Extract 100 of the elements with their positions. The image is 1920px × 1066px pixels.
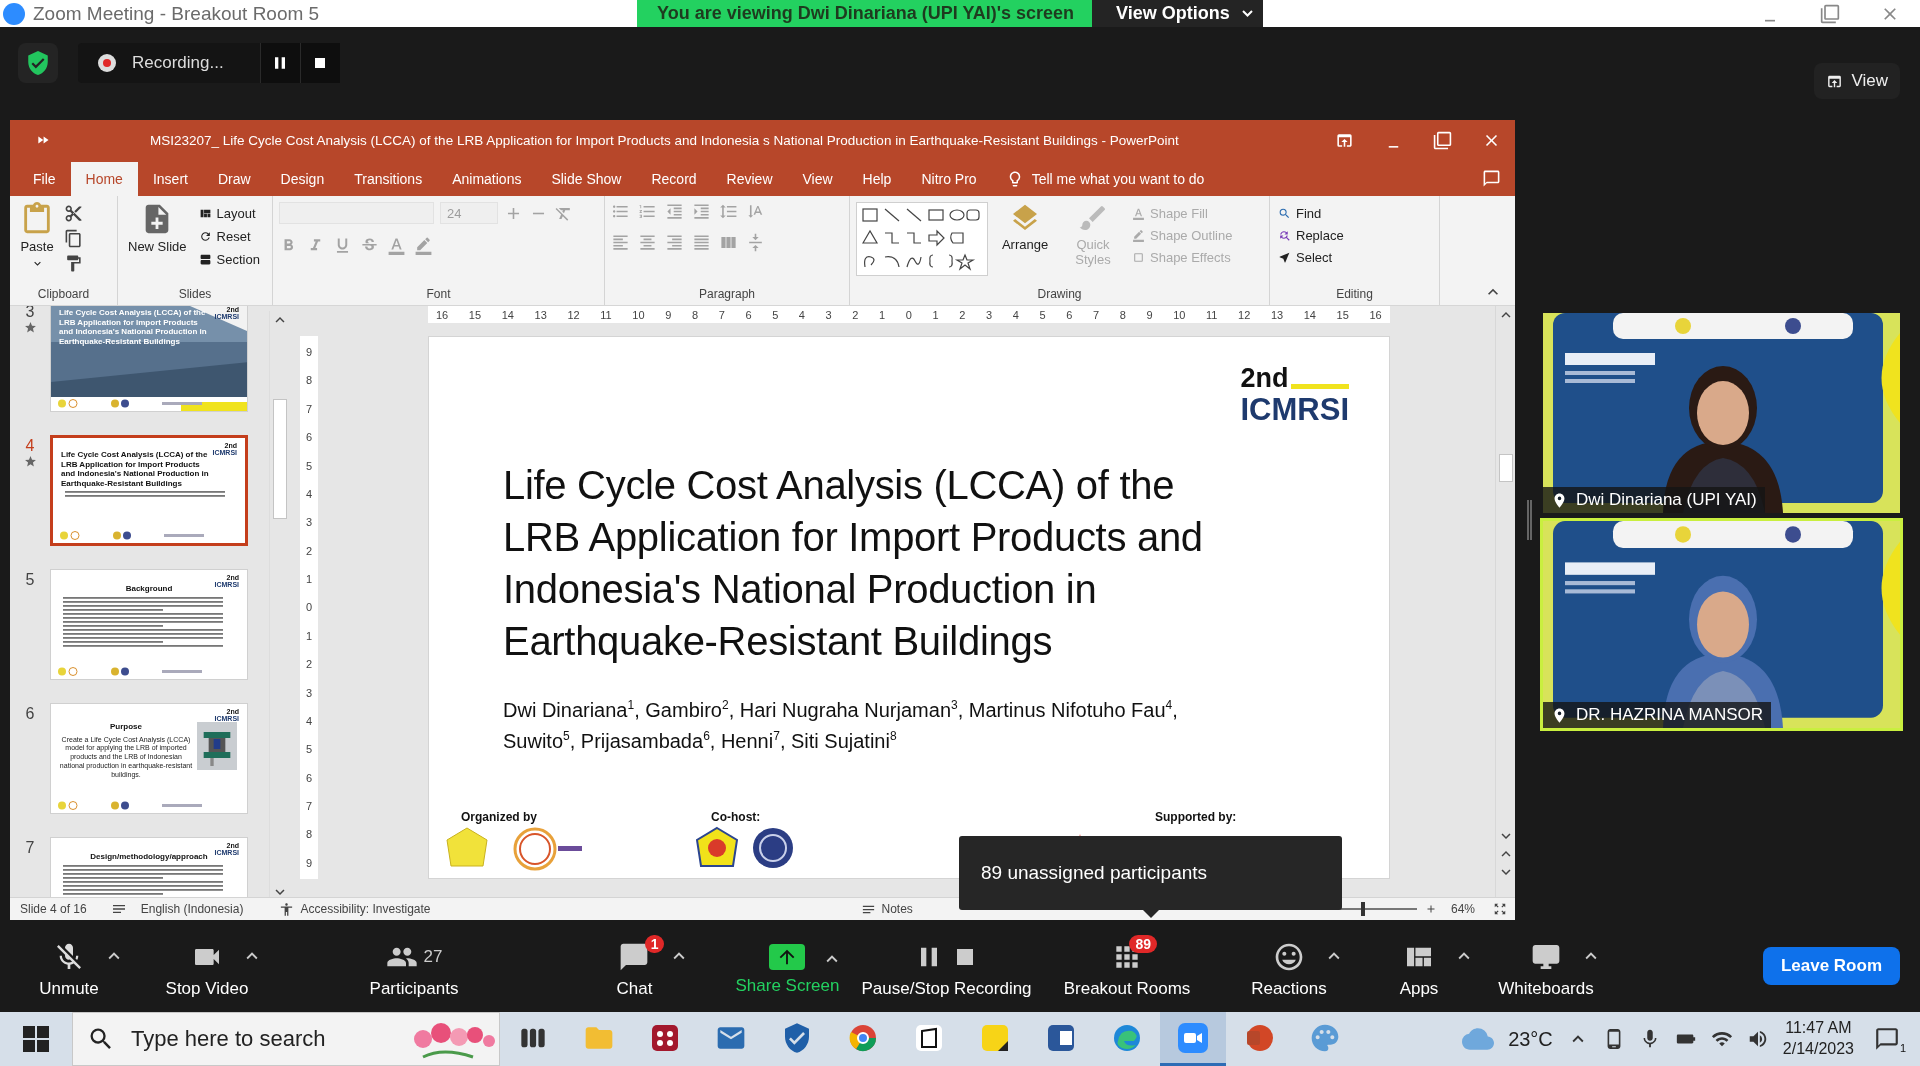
- accessibility-icon: [279, 901, 295, 917]
- slides-menu-button[interactable]: Reset: [196, 225, 262, 247]
- ribbon-tab[interactable]: Animations: [437, 162, 537, 196]
- window-title: Zoom Meeting - Breakout Room 5: [33, 2, 320, 25]
- ribbon-tab[interactable]: Transitions: [339, 162, 438, 196]
- ribbon-tab[interactable]: Slide Show: [536, 162, 637, 196]
- notifications-button[interactable]: 1: [1868, 1026, 1906, 1052]
- cut-icon[interactable]: [64, 204, 83, 223]
- ruler-number: 11: [1206, 308, 1218, 321]
- restore-icon[interactable]: [1820, 3, 1840, 24]
- ribbon-tab[interactable]: Design: [265, 162, 340, 196]
- ribbon-tab[interactable]: File: [18, 162, 71, 196]
- ruler-number: 14: [1303, 308, 1316, 321]
- slide-number: 5: [25, 571, 35, 589]
- zoom-level: 64%: [1450, 902, 1475, 916]
- new-slide-button[interactable]: New Slide: [124, 202, 191, 287]
- ruler-number: 4: [305, 714, 313, 727]
- shape-gallery[interactable]: [856, 202, 988, 276]
- editing-button[interactable]: Replace: [1276, 224, 1346, 246]
- toolbar-button[interactable]: Stop Video: [147, 933, 267, 999]
- ribbon-tab[interactable]: Insert: [137, 162, 203, 196]
- toolbar-button[interactable]: 27 Participants: [351, 933, 477, 999]
- date: 2/14/2023: [1782, 1039, 1854, 1059]
- thumbnail-title: Background: [125, 584, 173, 594]
- ruler-number: 16: [1369, 308, 1382, 321]
- group-label: Clipboard: [37, 287, 90, 303]
- ribbon-tab[interactable]: Nitro Pro: [906, 162, 992, 196]
- ruler-number: 3: [305, 516, 313, 529]
- language-status: English (Indonesia): [140, 902, 244, 916]
- group-label: Slides: [178, 287, 212, 303]
- accessibility-button[interactable]: Accessibility: Investigate: [279, 901, 431, 917]
- ruler-number: 9: [305, 346, 313, 358]
- document-title: MSI23207_ Life Cycle Cost Analysis (LCCA) of the LRB Application for Import Products and Indonesia s National Production in Earthquake-Resistant Buildings - PowerPoint: [150, 132, 1179, 148]
- ruler-number: 13: [1270, 308, 1284, 321]
- ruler-number: 8: [305, 374, 313, 387]
- tell-me-search[interactable]: Tell me what you want to do: [1005, 162, 1205, 196]
- group-label: Editing: [1336, 287, 1373, 303]
- editing-button[interactable]: Find: [1276, 202, 1346, 224]
- ruler-number: 12: [567, 308, 580, 321]
- slide-number: 3: [25, 306, 35, 321]
- clock[interactable]: 11:47 AM 2/14/2023: [1782, 1018, 1854, 1060]
- arrange-button[interactable]: Arrange: [994, 202, 1056, 287]
- ruler-number: 7: [1092, 308, 1100, 321]
- slide-title: Earthquake-Resistant Buildings: [503, 618, 1054, 665]
- view-button[interactable]: View: [1814, 63, 1900, 99]
- notes-button[interactable]: Notes: [860, 901, 913, 917]
- search-bar[interactable]: Type here to search: [72, 1012, 500, 1066]
- ruler-number: 3: [305, 686, 313, 699]
- toolbar-button[interactable]: Unmute: [21, 933, 117, 999]
- search-field[interactable]: Type here to search: [129, 1025, 383, 1053]
- pause-recording-button[interactable]: [259, 43, 300, 83]
- ribbon-tab[interactable]: View: [787, 162, 848, 196]
- slides-menu-button[interactable]: Section: [196, 248, 262, 270]
- ribbon-tab[interactable]: Draw: [202, 162, 266, 196]
- ruler-number: 6: [305, 771, 313, 784]
- view-options-button[interactable]: View Options: [1092, 0, 1263, 27]
- ribbon-tab[interactable]: Home: [70, 162, 138, 196]
- thumbnail-title: Purpose: [110, 722, 142, 732]
- footer-label: Co-host:: [711, 810, 761, 824]
- ruler-number: 14: [501, 308, 514, 321]
- ribbon-tab[interactable]: Record: [636, 162, 712, 196]
- toolbar-button[interactable]: Reactions: [1233, 933, 1345, 999]
- ruler-number: 9: [665, 308, 672, 321]
- scroll-thumb[interactable]: [1498, 454, 1513, 482]
- ribbon-tab[interactable]: Help: [847, 162, 907, 196]
- outline-icon: [1132, 228, 1145, 242]
- ribbon-tab[interactable]: Review: [711, 162, 788, 196]
- restore-icon[interactable]: [1433, 130, 1452, 150]
- copy-icon[interactable]: [64, 229, 83, 248]
- swirl-icon: [1112, 1022, 1142, 1053]
- toolbar-button[interactable]: Apps: [1381, 933, 1457, 999]
- editing-button[interactable]: Select: [1276, 246, 1346, 268]
- slide-title: Life Cycle Cost Analysis (LCCA) of the: [503, 462, 1176, 509]
- windows-logo-icon: [23, 1026, 49, 1052]
- stop-recording-button[interactable]: [299, 43, 340, 83]
- ruler-number: 7: [718, 308, 725, 321]
- scroll-thumb[interactable]: [273, 399, 287, 519]
- ruler-number: 2: [959, 308, 966, 321]
- ruler-number: 2: [305, 658, 313, 671]
- slide-number: 6: [25, 705, 35, 723]
- participant-name: Dwi Dinariana (UPI YAI): [1543, 487, 1765, 513]
- presentation-icon: [1244, 1022, 1274, 1053]
- fit-slide-icon[interactable]: [1493, 902, 1507, 916]
- group-label: Paragraph: [698, 287, 755, 303]
- share-screen-icon: [769, 944, 806, 970]
- security-shield-icon[interactable]: [18, 43, 58, 83]
- paste-button[interactable]: Paste: [16, 202, 58, 287]
- toolbar-button[interactable]: 1 Chat: [598, 933, 671, 999]
- scrollbar[interactable]: [1495, 306, 1515, 897]
- toolbar-button[interactable]: Whiteboards: [1480, 933, 1612, 999]
- ruler-number: 6: [745, 308, 752, 321]
- fill-icon: [1132, 206, 1145, 220]
- slides-menu-button[interactable]: Layout: [196, 202, 262, 224]
- resize-handle[interactable]: [1526, 500, 1532, 540]
- notification-badge: 1: [644, 935, 665, 953]
- format-painter-icon[interactable]: [64, 254, 83, 273]
- tooltip: 89 unassigned participants: [959, 836, 1342, 910]
- comments-icon[interactable]: [1482, 168, 1501, 188]
- leave-room-button[interactable]: Leave Room: [1762, 947, 1900, 985]
- notification-count: 1: [1899, 1042, 1906, 1054]
